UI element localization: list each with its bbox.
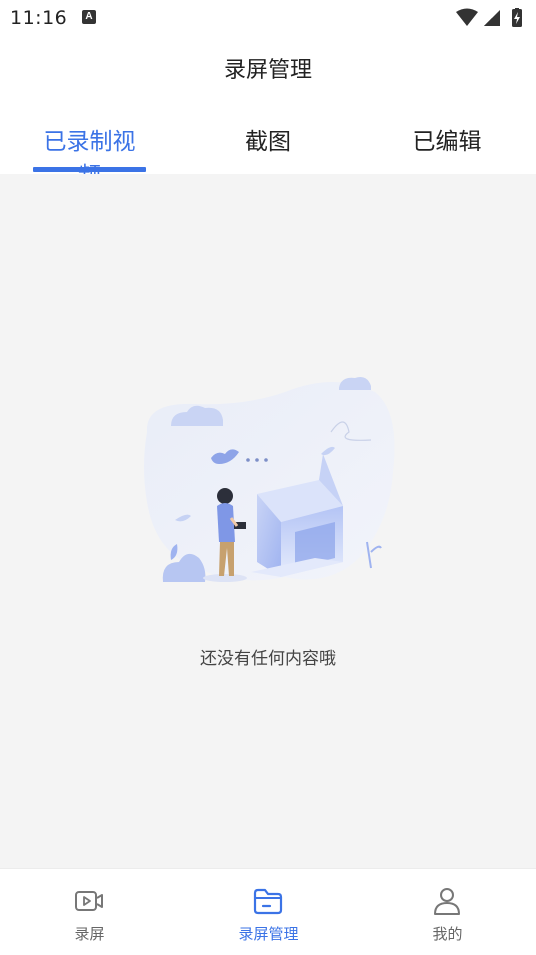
battery-charging-icon — [512, 8, 522, 27]
empty-state-message: 还没有任何内容哦 — [200, 649, 336, 669]
active-tab-indicator — [33, 167, 146, 172]
nav-label-record: 录屏 — [74, 925, 105, 943]
nav-label-recording-manager: 录屏管理 — [238, 925, 299, 943]
person-icon — [434, 888, 460, 915]
video-record-icon — [75, 891, 103, 911]
tab-edited[interactable]: 已编辑 — [407, 122, 487, 156]
nav-item-record[interactable]: 录屏 — [0, 869, 179, 955]
page-title: 录屏管理 — [223, 58, 312, 83]
content-area: 还没有任何内容哦 — [0, 174, 536, 868]
empty-box-illustration — [135, 372, 400, 602]
status-bar: 11:16 A — [0, 0, 536, 36]
tab-screenshots[interactable]: 截图 — [228, 122, 308, 156]
a-icon: A — [82, 10, 96, 24]
folder-icon — [253, 888, 283, 915]
wifi-icon — [456, 8, 478, 26]
nav-label-profile: 我的 — [432, 925, 463, 943]
nav-item-recording-manager[interactable]: 录屏管理 — [179, 869, 358, 955]
bottom-nav: 录屏 录屏管理 我的 — [0, 868, 536, 955]
status-icons — [456, 8, 524, 28]
status-time: 11:16 — [10, 7, 68, 29]
nav-item-profile[interactable]: 我的 — [358, 869, 536, 955]
tab-bar: 已录制视频 截图 已编辑 — [0, 110, 536, 189]
